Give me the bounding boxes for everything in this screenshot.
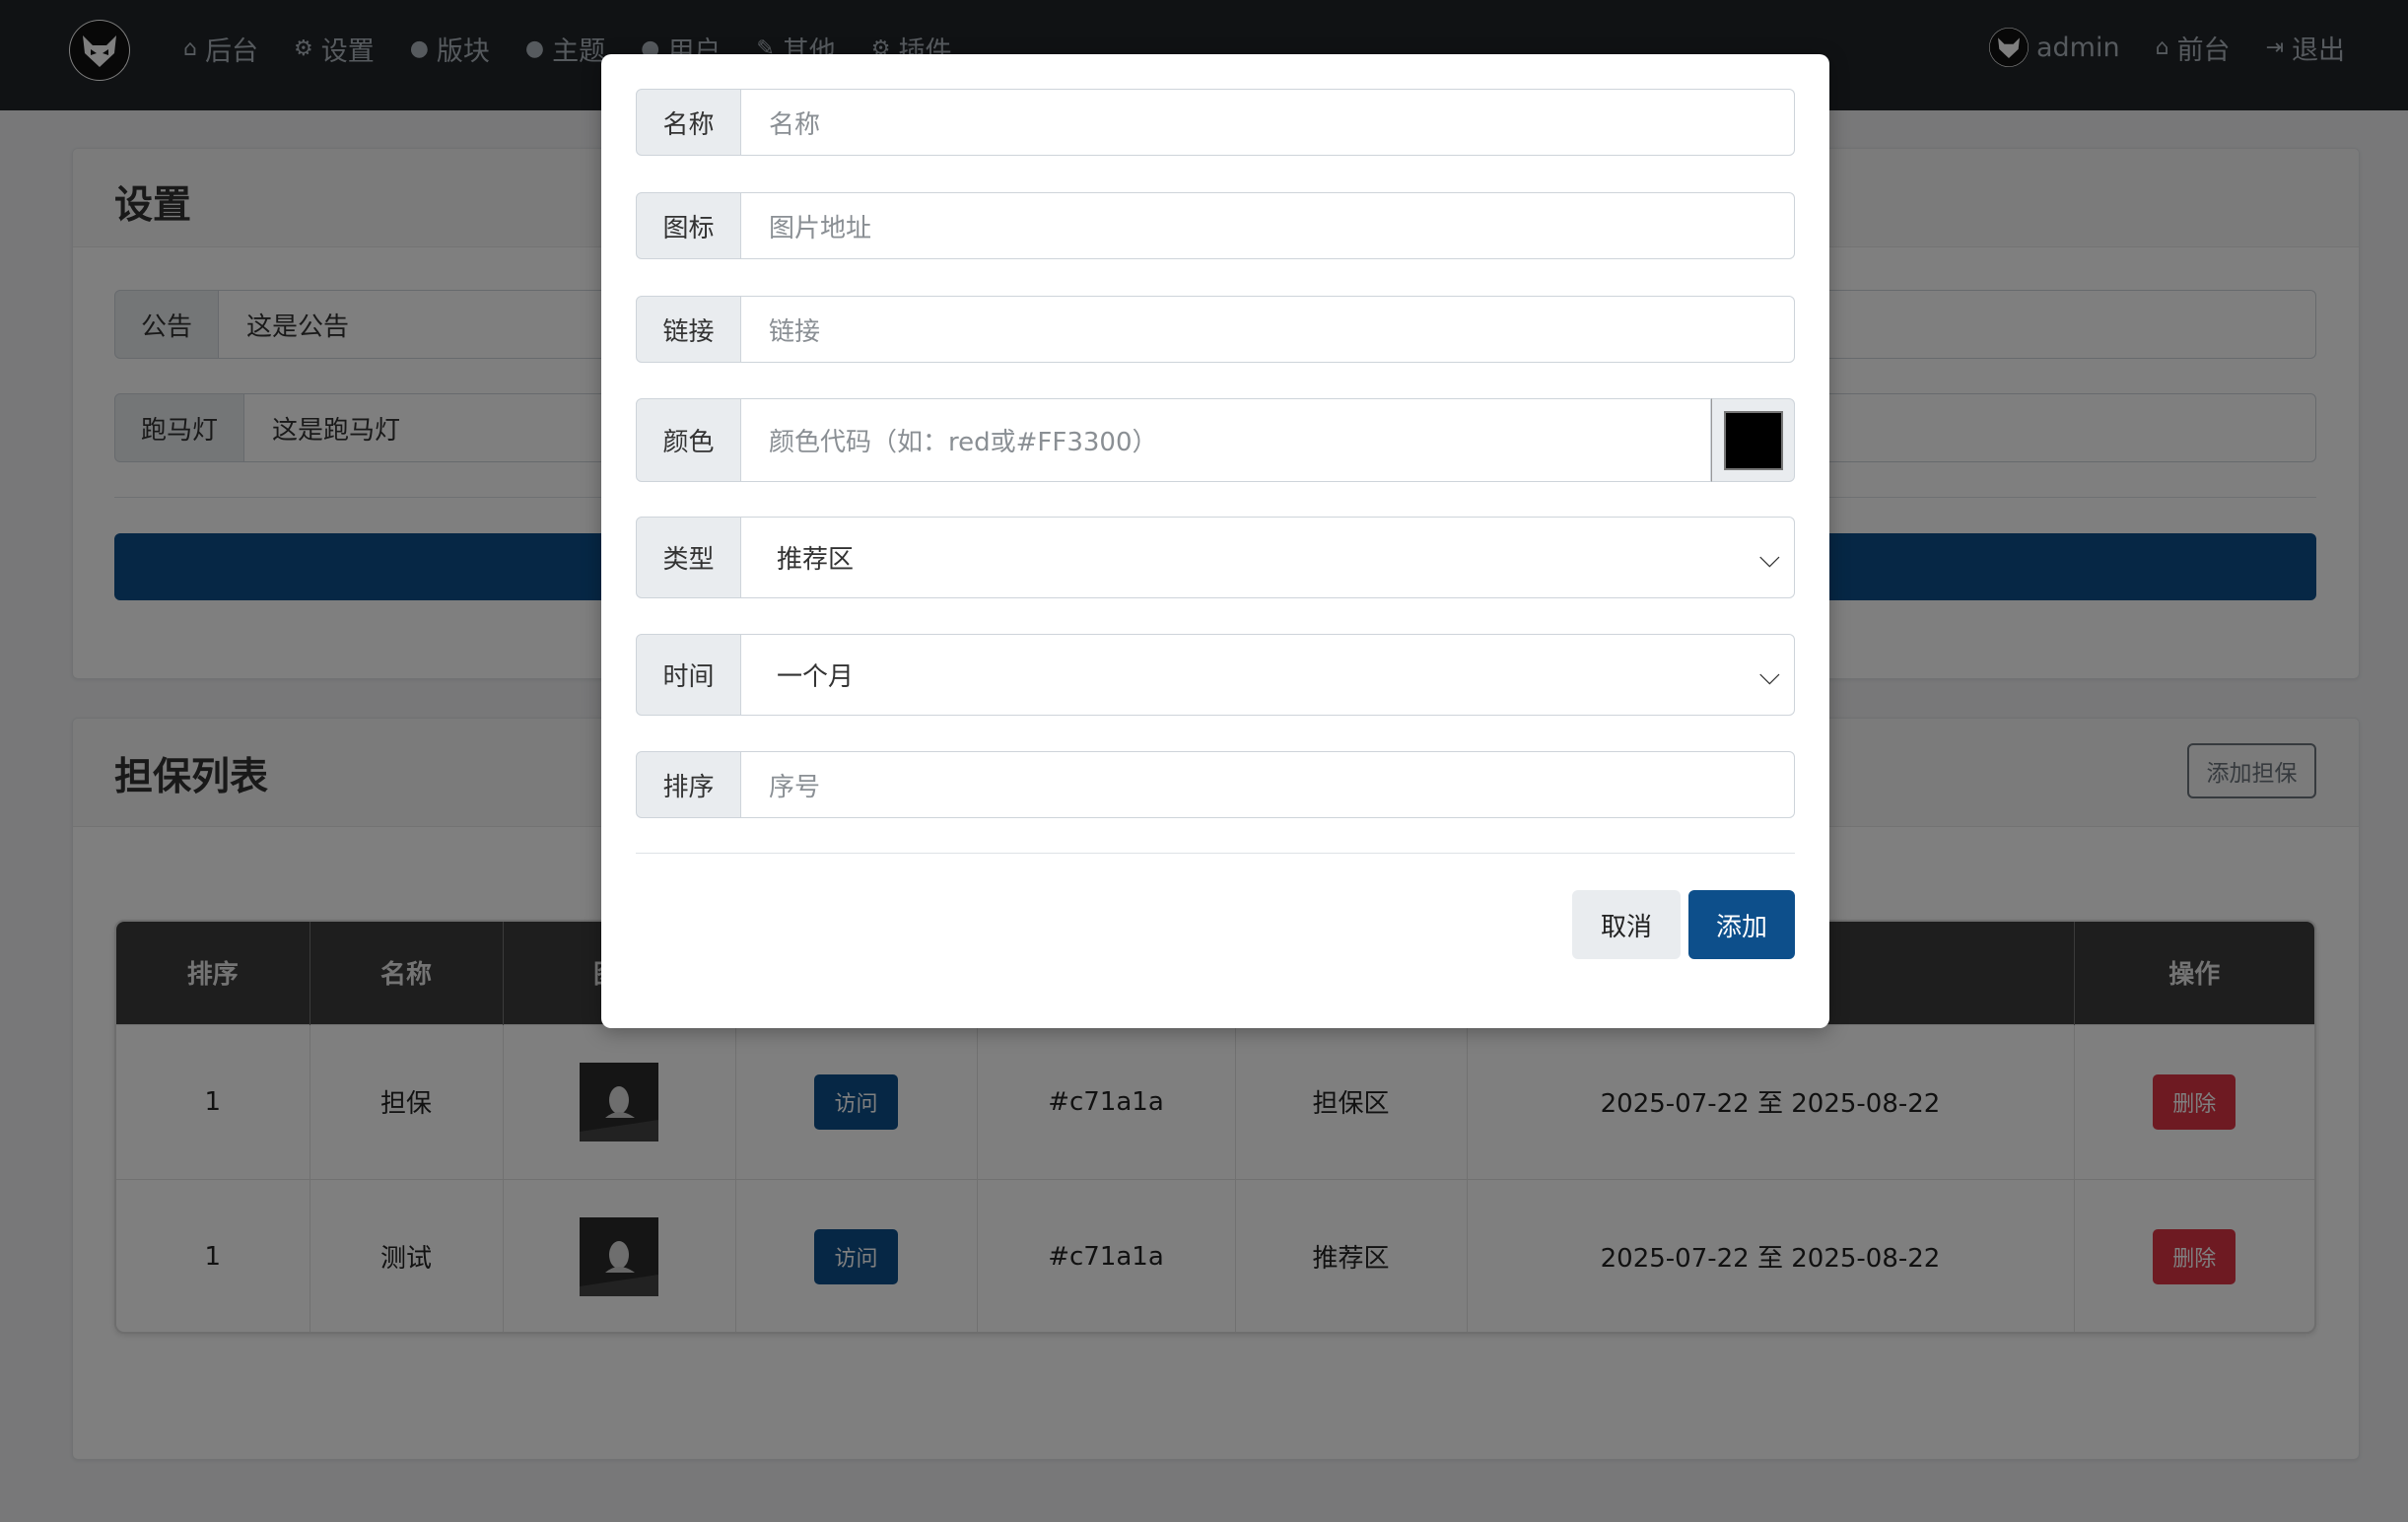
icon-url-input[interactable]: 图片地址 [741, 192, 1795, 259]
chevron-down-icon: ⌵ [1758, 657, 1780, 691]
color-picker[interactable] [1711, 398, 1795, 482]
sort-input[interactable]: 序号 [741, 751, 1795, 818]
cancel-button[interactable]: 取消 [1572, 890, 1681, 959]
type-selected-value: 推荐区 [777, 545, 855, 575]
time-select[interactable]: 一个月 ⌵ [741, 634, 1795, 716]
icon-label: 图标 [636, 192, 741, 259]
time-field: 时间 一个月 ⌵ [636, 634, 1795, 716]
icon-field: 图标 图片地址 [636, 192, 1795, 259]
link-field: 链接 链接 [636, 296, 1795, 363]
add-guarantee-modal: 名称 名称 图标 图片地址 链接 链接 颜色 颜色代码（如：red或#FF330… [601, 54, 1829, 1028]
color-code-input[interactable]: 颜色代码（如：red或#FF3300） [741, 398, 1711, 482]
type-field: 类型 推荐区 ⌵ [636, 517, 1795, 598]
name-label: 名称 [636, 89, 741, 156]
type-select[interactable]: 推荐区 ⌵ [741, 517, 1795, 598]
color-label: 颜色 [636, 398, 741, 482]
sort-label: 排序 [636, 751, 741, 818]
name-field: 名称 名称 [636, 89, 1795, 156]
color-field: 颜色 颜色代码（如：red或#FF3300） [636, 398, 1795, 482]
time-label: 时间 [636, 634, 741, 716]
chevron-down-icon: ⌵ [1758, 540, 1780, 574]
link-label: 链接 [636, 296, 741, 363]
time-selected-value: 一个月 [777, 662, 855, 692]
link-input[interactable]: 链接 [741, 296, 1795, 363]
name-input[interactable]: 名称 [741, 89, 1795, 156]
modal-divider [636, 853, 1795, 854]
sort-field: 排序 序号 [636, 751, 1795, 818]
color-swatch [1723, 410, 1783, 470]
add-button[interactable]: 添加 [1688, 890, 1795, 959]
type-label: 类型 [636, 517, 741, 598]
